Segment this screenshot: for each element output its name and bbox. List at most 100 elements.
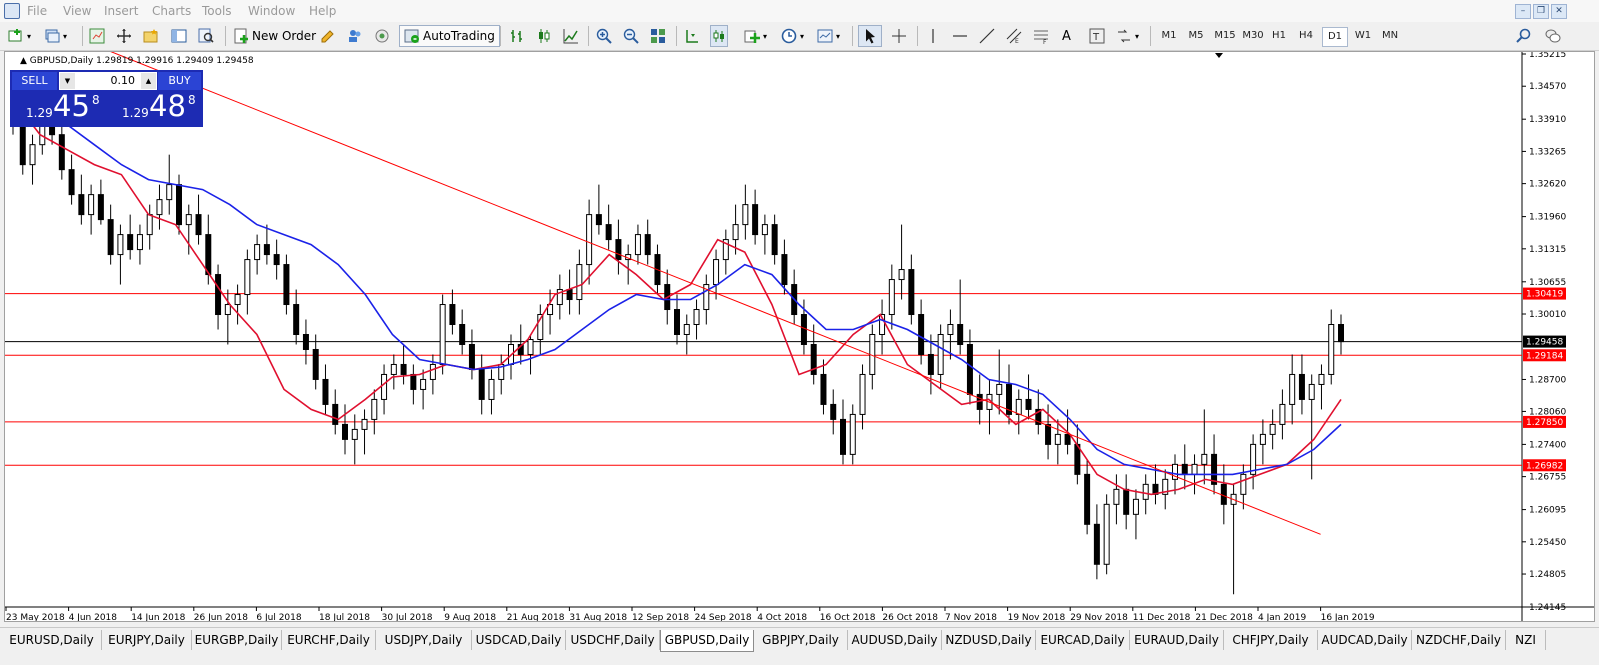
level-label: 1.30419 xyxy=(1526,290,1563,300)
lot-increase-icon[interactable]: ▲ xyxy=(141,73,156,89)
terminal-button[interactable] xyxy=(171,25,187,47)
search-button[interactable] xyxy=(1515,25,1531,47)
candle-body xyxy=(576,264,583,301)
timeframe-mn[interactable]: MN xyxy=(1377,27,1403,47)
timeframe-h1[interactable]: H1 xyxy=(1266,27,1292,47)
lot-size-field[interactable]: ▼ 0.10 ▲ xyxy=(59,72,157,90)
sell-quote[interactable]: 1.29 45 8 xyxy=(12,90,105,125)
symbol-tab[interactable]: NZDUSD,Daily xyxy=(942,630,1036,650)
symbol-tab[interactable]: EURJPY,Daily xyxy=(102,630,192,650)
timeframe-h4[interactable]: H4 xyxy=(1293,27,1319,47)
minimize-icon[interactable]: – xyxy=(1515,4,1531,19)
menu-tools[interactable]: Tools xyxy=(202,4,232,18)
symbol-tab[interactable]: GBPJPY,Daily xyxy=(754,630,848,650)
tile-windows-button[interactable] xyxy=(650,25,666,47)
timeframe-m5[interactable]: M5 xyxy=(1183,27,1209,47)
tester-button[interactable] xyxy=(198,25,214,47)
signals-button[interactable] xyxy=(347,25,363,47)
one-click-trading-panel: SELL ▼ 0.10 ▲ BUY 1.29 45 8 1.29 48 8 xyxy=(10,70,203,127)
menu-charts[interactable]: Charts xyxy=(152,4,191,18)
market-button[interactable] xyxy=(374,25,390,47)
symbol-tab[interactable]: CHFJPY,Daily xyxy=(1224,630,1318,650)
symbol-tab[interactable]: EURAUD,Daily xyxy=(1130,630,1224,650)
buy-quote-pips: 48 xyxy=(149,89,186,123)
menu-file[interactable]: File xyxy=(27,4,47,18)
candlestick-button[interactable] xyxy=(536,25,552,47)
candle-body xyxy=(234,294,241,306)
symbol-tab[interactable]: GBPUSD,Daily xyxy=(660,630,754,652)
close-icon[interactable]: ✕ xyxy=(1551,4,1567,19)
sell-button[interactable]: SELL xyxy=(12,72,57,90)
vertical-line-button[interactable] xyxy=(925,25,941,47)
chat-button[interactable] xyxy=(1545,25,1561,47)
symbol-tab[interactable]: EURCHF,Daily xyxy=(282,630,376,650)
buy-quote[interactable]: 1.29 48 8 xyxy=(108,89,201,125)
restore-icon[interactable]: ❐ xyxy=(1533,4,1549,19)
autoscroll-button[interactable] xyxy=(710,25,728,47)
chart-shift-button[interactable] xyxy=(684,25,700,47)
autotrading-button[interactable]: AutoTrading xyxy=(399,25,500,47)
text-a-icon: A xyxy=(1062,28,1071,44)
text-label-button[interactable]: T xyxy=(1089,25,1105,47)
price-label: 1.26755 xyxy=(1529,473,1566,483)
symbol-tab[interactable]: AUDUSD,Daily xyxy=(848,630,942,650)
level-label: 1.26982 xyxy=(1526,461,1563,471)
bar-chart-button[interactable] xyxy=(509,25,525,47)
new-order-button[interactable]: New Order xyxy=(233,25,316,47)
symbol-tab[interactable]: AUDCAD,Daily xyxy=(1318,630,1412,650)
crosshair-button[interactable] xyxy=(891,25,907,47)
date-label: 7 Nov 2018 xyxy=(945,613,997,621)
templates-button[interactable]: ▾ xyxy=(817,25,840,47)
ma-slow-line xyxy=(12,74,1342,476)
lot-decrease-icon[interactable]: ▼ xyxy=(60,73,75,89)
fibonacci-button[interactable]: F xyxy=(1033,25,1049,47)
equidistant-channel-button[interactable]: E xyxy=(1006,25,1022,47)
symbol-tab[interactable]: EURUSD,Daily xyxy=(2,630,102,650)
menu-help[interactable]: Help xyxy=(309,4,336,18)
price-chart[interactable]: 1.304191.291841.278501.269821.29458 1.35… xyxy=(5,52,1594,621)
timeframe-m30[interactable]: M30 xyxy=(1238,27,1268,47)
candle-body xyxy=(449,304,456,326)
indicators-button[interactable]: ▾ xyxy=(744,25,767,47)
symbol-tab[interactable]: EURGBP,Daily xyxy=(192,630,282,650)
arrows-button[interactable]: ▾ xyxy=(1116,25,1139,47)
autotrading-label: AutoTrading xyxy=(423,29,495,43)
market-watch-button[interactable] xyxy=(89,25,105,47)
trendline-button[interactable] xyxy=(979,25,995,47)
favorites-button[interactable] xyxy=(143,25,159,47)
candle-body xyxy=(761,224,768,236)
symbol-tab[interactable]: NZI xyxy=(1506,630,1546,650)
timeframe-m15[interactable]: M15 xyxy=(1210,27,1240,47)
zoom-in-button[interactable] xyxy=(596,25,612,47)
symbol-tab[interactable]: NZDCHF,Daily xyxy=(1412,630,1506,650)
candle-body xyxy=(312,348,319,380)
symbol-tab[interactable]: USDCAD,Daily xyxy=(472,630,566,650)
navigator-button[interactable] xyxy=(116,25,132,47)
timeframe-m1[interactable]: M1 xyxy=(1156,27,1182,47)
menu-insert[interactable]: Insert xyxy=(104,4,138,18)
menu-view[interactable]: View xyxy=(63,4,91,18)
new-chart-button[interactable]: ▾ xyxy=(8,25,31,47)
candle-body xyxy=(1103,503,1110,565)
zoom-out-button[interactable] xyxy=(623,25,639,47)
profiles-button[interactable]: ▾ xyxy=(44,25,67,47)
candle-body xyxy=(136,234,143,251)
metaeditor-button[interactable] xyxy=(320,25,336,47)
symbol-tab[interactable]: USDJPY,Daily xyxy=(376,630,472,650)
cursor-button[interactable] xyxy=(858,25,882,47)
horizontal-line-button[interactable] xyxy=(952,25,968,47)
symbol-tab[interactable]: USDCHF,Daily xyxy=(566,630,660,650)
timeframe-w1[interactable]: W1 xyxy=(1350,27,1376,47)
text-tool-button[interactable]: A xyxy=(1062,25,1071,47)
periods-button[interactable]: ▾ xyxy=(781,25,804,47)
timeframe-d1[interactable]: D1 xyxy=(1322,27,1348,47)
date-label: 31 Aug 2018 xyxy=(569,613,627,621)
candle-body xyxy=(937,333,944,375)
chart-window[interactable]: 1.30419 1.29184 1.27850 1.26982 1.29458 1.35… xyxy=(4,51,1595,622)
menu-window[interactable]: Window xyxy=(248,4,295,18)
symbol-tab[interactable]: EURCAD,Daily xyxy=(1036,630,1130,650)
candle-body xyxy=(390,363,397,375)
candle-body xyxy=(1328,324,1335,375)
buy-button[interactable]: BUY xyxy=(158,72,201,90)
line-chart-button[interactable] xyxy=(563,25,579,47)
